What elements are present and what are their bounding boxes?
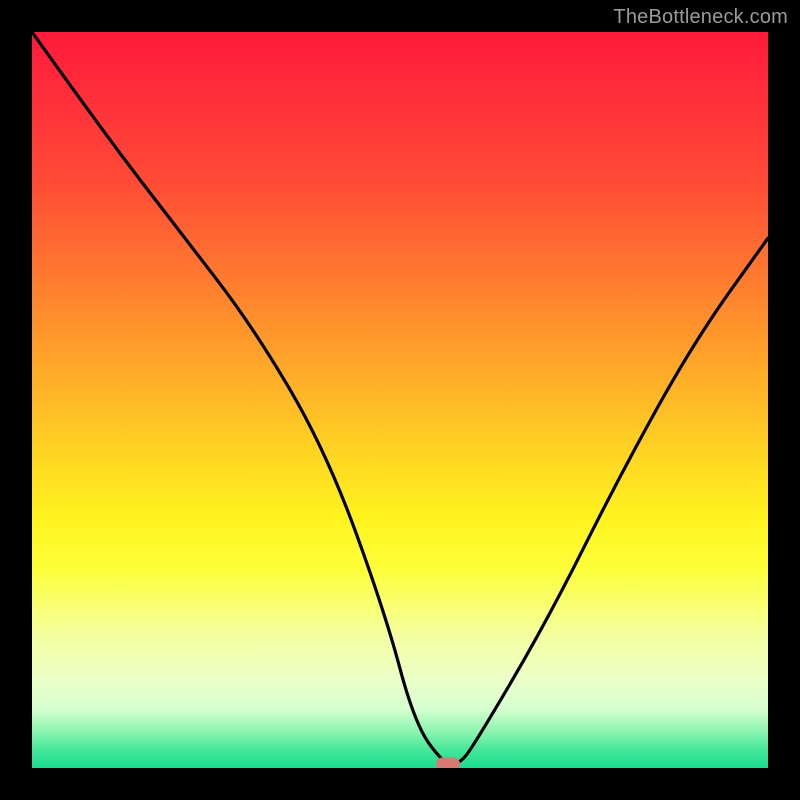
- bottleneck-curve: [32, 32, 768, 768]
- watermark-text: TheBottleneck.com: [613, 6, 788, 29]
- plot-area: [32, 32, 768, 768]
- optimum-marker: [436, 758, 460, 768]
- chart-frame: TheBottleneck.com: [0, 0, 800, 800]
- bottleneck-curve-path: [32, 32, 768, 764]
